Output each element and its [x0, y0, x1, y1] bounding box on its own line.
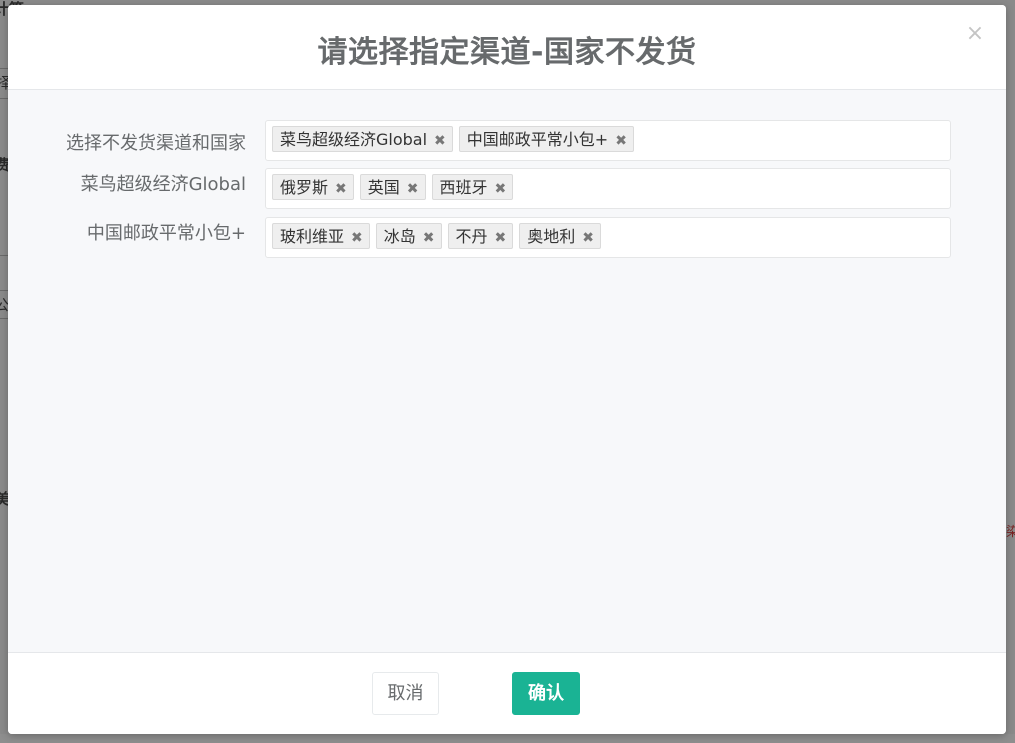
- tag-label: 俄罗斯: [280, 178, 329, 197]
- background-text-fragment: 染: [1006, 525, 1015, 540]
- tag-label: 奥地利: [527, 227, 576, 246]
- tag-label: 中国邮政平常小包+: [466, 130, 609, 149]
- tag-label: 冰岛: [383, 227, 416, 246]
- row-label: 菜鸟超级经济Global: [80, 174, 246, 195]
- remove-tag-icon[interactable]: ✖: [335, 176, 347, 202]
- country-multiselect[interactable]: 俄罗斯 ✖ 英国 ✖ 西班牙 ✖: [265, 168, 951, 209]
- background-divider: [0, 255, 8, 256]
- remove-tag-icon[interactable]: ✖: [495, 225, 507, 251]
- tag-label: 英国: [367, 178, 400, 197]
- remove-tag-icon[interactable]: ✖: [495, 176, 507, 202]
- tag-label: 西班牙: [439, 178, 488, 197]
- remove-tag-icon[interactable]: ✖: [615, 128, 627, 154]
- selected-tag: 俄罗斯 ✖: [272, 174, 354, 200]
- remove-tag-icon[interactable]: ✖: [582, 225, 594, 251]
- remove-tag-icon[interactable]: ✖: [351, 225, 363, 251]
- tag-label: 玻利维亚: [280, 227, 345, 246]
- selected-tag: 不丹 ✖: [447, 223, 514, 251]
- close-icon[interactable]: ×: [964, 23, 986, 45]
- modal-footer: 取消 确认: [8, 652, 1006, 734]
- row-label: 中国邮政平常小包+: [86, 223, 246, 244]
- remove-tag-icon[interactable]: ✖: [423, 225, 435, 251]
- selected-tag: 菜鸟超级经济Global ✖: [272, 126, 453, 152]
- country-block-modal: 请选择指定渠道-国家不发货 × 选择不发货渠道和国家 菜鸟超级经济Global ✖…: [8, 5, 1006, 734]
- selected-tag: 中国邮政平常小包+ ✖: [458, 126, 634, 154]
- background-divider: [0, 68, 8, 69]
- remove-tag-icon[interactable]: ✖: [407, 176, 419, 202]
- tag-label: 菜鸟超级经济Global: [280, 130, 428, 149]
- background-divider: [0, 318, 8, 319]
- country-multiselect[interactable]: 玻利维亚 ✖ 冰岛 ✖ 不丹 ✖ 奥地利 ✖: [265, 217, 951, 258]
- cancel-button[interactable]: 取消: [372, 672, 439, 715]
- modal-header: 请选择指定渠道-国家不发货 ×: [8, 5, 1006, 90]
- modal-title: 请选择指定渠道-国家不发货: [317, 35, 697, 70]
- selected-tag: 英国 ✖: [359, 174, 426, 202]
- confirm-button[interactable]: 确认: [512, 672, 580, 715]
- row-label: 选择不发货渠道和国家: [66, 133, 246, 154]
- selected-tag: 冰岛 ✖: [375, 223, 442, 251]
- tag-label: 不丹: [455, 227, 488, 246]
- modal-body: 选择不发货渠道和国家 菜鸟超级经济Global ✖ 中国邮政平常小包+ ✖ 菜鸟超级…: [8, 90, 1006, 652]
- selected-tag: 玻利维亚 ✖: [272, 223, 370, 249]
- selected-tag: 奥地利 ✖: [519, 223, 601, 249]
- remove-tag-icon[interactable]: ✖: [434, 128, 446, 154]
- background-footer-strip: [0, 734, 1015, 743]
- selected-tag: 西班牙 ✖: [431, 174, 514, 202]
- channel-multiselect[interactable]: 菜鸟超级经济Global ✖ 中国邮政平常小包+ ✖: [265, 120, 951, 161]
- background-divider: [0, 290, 8, 291]
- background-divider: [0, 98, 8, 99]
